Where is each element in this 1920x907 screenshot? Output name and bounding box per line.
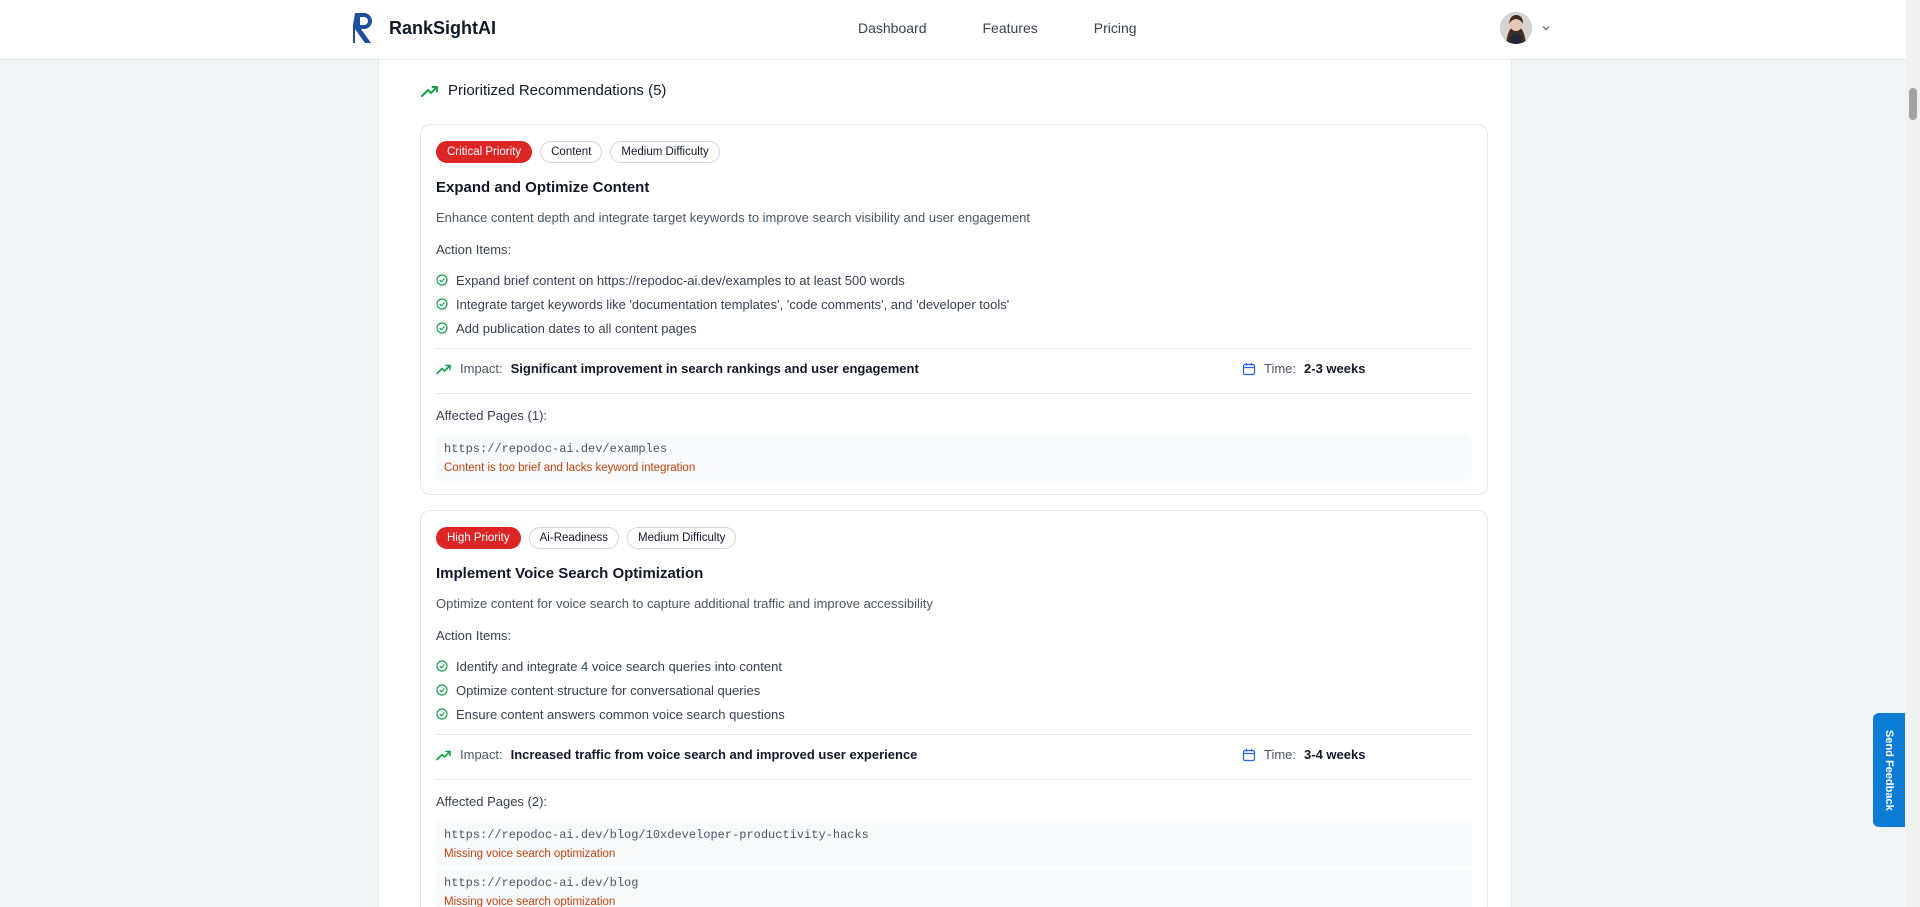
logo[interactable]: RankSightAI xyxy=(353,10,496,46)
difficulty-badge: Medium Difficulty xyxy=(610,141,720,163)
recommendations-panel: Prioritized Recommendations (5) Critical… xyxy=(378,40,1512,907)
avatar[interactable] xyxy=(1500,12,1532,44)
chevron-down-icon xyxy=(1542,26,1550,31)
action-item-text: Add publication dates to all content pag… xyxy=(456,320,697,336)
action-items-label: Action Items: xyxy=(436,628,512,643)
recommendation-title: Expand and Optimize Content xyxy=(436,179,650,196)
send-feedback-label: Send Feedback xyxy=(1883,729,1895,811)
check-circle-icon xyxy=(436,298,448,310)
list-item: Ensure content answers common voice sear… xyxy=(436,702,785,726)
action-item-text: Ensure content answers common voice sear… xyxy=(456,706,785,722)
user-menu[interactable] xyxy=(1500,12,1552,44)
list-item: Integrate target keywords like 'document… xyxy=(436,292,1009,316)
list-item: Expand brief content on https://repodoc-… xyxy=(436,268,1009,292)
nav-dashboard[interactable]: Dashboard xyxy=(858,20,927,36)
trending-up-icon xyxy=(436,364,451,374)
affected-page: https://repodoc-ai.dev/examples Content … xyxy=(436,435,1472,481)
page-url: https://repodoc-ai.dev/blog/10xdeveloper… xyxy=(444,828,869,842)
top-header: RankSightAI Dashboard Features Pricing xyxy=(0,0,1906,60)
divider xyxy=(436,734,1472,735)
calendar-icon xyxy=(1242,748,1256,761)
section-title: Prioritized Recommendations (5) xyxy=(448,82,667,99)
recommendation-description: Optimize content for voice search to cap… xyxy=(436,596,933,611)
trending-up-icon xyxy=(436,750,451,760)
list-item: Add publication dates to all content pag… xyxy=(436,316,1009,340)
impact-value: Significant improvement in search rankin… xyxy=(510,361,919,376)
page-url: https://repodoc-ai.dev/blog xyxy=(444,876,639,890)
app-name: RankSightAI xyxy=(389,17,497,38)
divider xyxy=(436,779,1472,780)
category-badge: Content xyxy=(540,141,603,163)
priority-badge: Critical Priority xyxy=(436,141,533,163)
impact-value: Increased traffic from voice search and … xyxy=(510,747,918,762)
action-items-label: Action Items: xyxy=(436,242,512,257)
check-circle-icon xyxy=(436,322,448,334)
priority-badge: High Priority xyxy=(436,527,521,549)
affected-pages-label: Affected Pages (2): xyxy=(436,794,548,809)
check-circle-icon xyxy=(436,708,448,720)
nav-pricing[interactable]: Pricing xyxy=(1094,20,1137,36)
check-circle-icon xyxy=(436,660,448,672)
send-feedback-button[interactable]: Send Feedback xyxy=(1873,713,1905,827)
action-item-text: Integrate target keywords like 'document… xyxy=(456,296,1010,312)
logo-mark-icon xyxy=(353,13,372,43)
divider xyxy=(436,393,1472,394)
impact-row: Impact: Significant improvement in searc… xyxy=(436,361,919,376)
scrollbar-thumb[interactable] xyxy=(1909,88,1917,120)
time-value: 3-4 weeks xyxy=(1304,747,1366,762)
time-label: Time: xyxy=(1264,361,1297,376)
impact-row: Impact: Increased traffic from voice sea… xyxy=(436,747,917,762)
affected-page: https://repodoc-ai.dev/blog Missing voic… xyxy=(436,869,1472,907)
calendar-icon xyxy=(1242,362,1256,375)
impact-label: Impact: xyxy=(460,747,503,762)
nav-features[interactable]: Features xyxy=(983,20,1038,36)
check-circle-icon xyxy=(436,684,448,696)
recommendation-card: Critical Priority Content Medium Difficu… xyxy=(420,124,1488,495)
main-nav: Dashboard Features Pricing xyxy=(858,20,1137,36)
time-value: 2-3 weeks xyxy=(1304,361,1366,376)
divider xyxy=(436,348,1472,349)
impact-label: Impact: xyxy=(460,361,503,376)
difficulty-badge: Medium Difficulty xyxy=(627,527,737,549)
page-url: https://repodoc-ai.dev/examples xyxy=(444,442,668,456)
action-item-text: Expand brief content on https://repodoc-… xyxy=(456,272,905,288)
time-label: Time: xyxy=(1264,747,1297,762)
page-issue: Content is too brief and lacks keyword i… xyxy=(444,462,696,474)
recommendation-card: High Priority Ai-Readiness Medium Diffic… xyxy=(420,510,1488,907)
category-badge: Ai-Readiness xyxy=(528,527,620,549)
list-item: Optimize content structure for conversat… xyxy=(436,678,785,702)
recommendation-title: Implement Voice Search Optimization xyxy=(436,565,704,582)
badge-group: Critical Priority Content Medium Difficu… xyxy=(436,141,720,163)
affected-page: https://repodoc-ai.dev/blog/10xdeveloper… xyxy=(436,821,1472,867)
page-issue: Missing voice search optimization xyxy=(444,848,616,860)
recommendation-description: Enhance content depth and integrate targ… xyxy=(436,210,1031,225)
time-row: Time: 2-3 weeks xyxy=(1242,361,1365,376)
action-item-text: Identify and integrate 4 voice search qu… xyxy=(456,658,782,674)
affected-pages-label: Affected Pages (1): xyxy=(436,408,548,423)
action-items-list: Identify and integrate 4 voice search qu… xyxy=(436,654,785,726)
page-issue: Missing voice search optimization xyxy=(444,896,616,907)
trending-up-icon xyxy=(421,85,438,97)
section-header: Prioritized Recommendations (5) xyxy=(421,82,666,99)
action-item-text: Optimize content structure for conversat… xyxy=(456,682,761,698)
badge-group: High Priority Ai-Readiness Medium Diffic… xyxy=(436,527,737,549)
check-circle-icon xyxy=(436,274,448,286)
scrollbar[interactable] xyxy=(1906,0,1920,907)
time-row: Time: 3-4 weeks xyxy=(1242,747,1365,762)
action-items-list: Expand brief content on https://repodoc-… xyxy=(436,268,1009,340)
list-item: Identify and integrate 4 voice search qu… xyxy=(436,654,785,678)
